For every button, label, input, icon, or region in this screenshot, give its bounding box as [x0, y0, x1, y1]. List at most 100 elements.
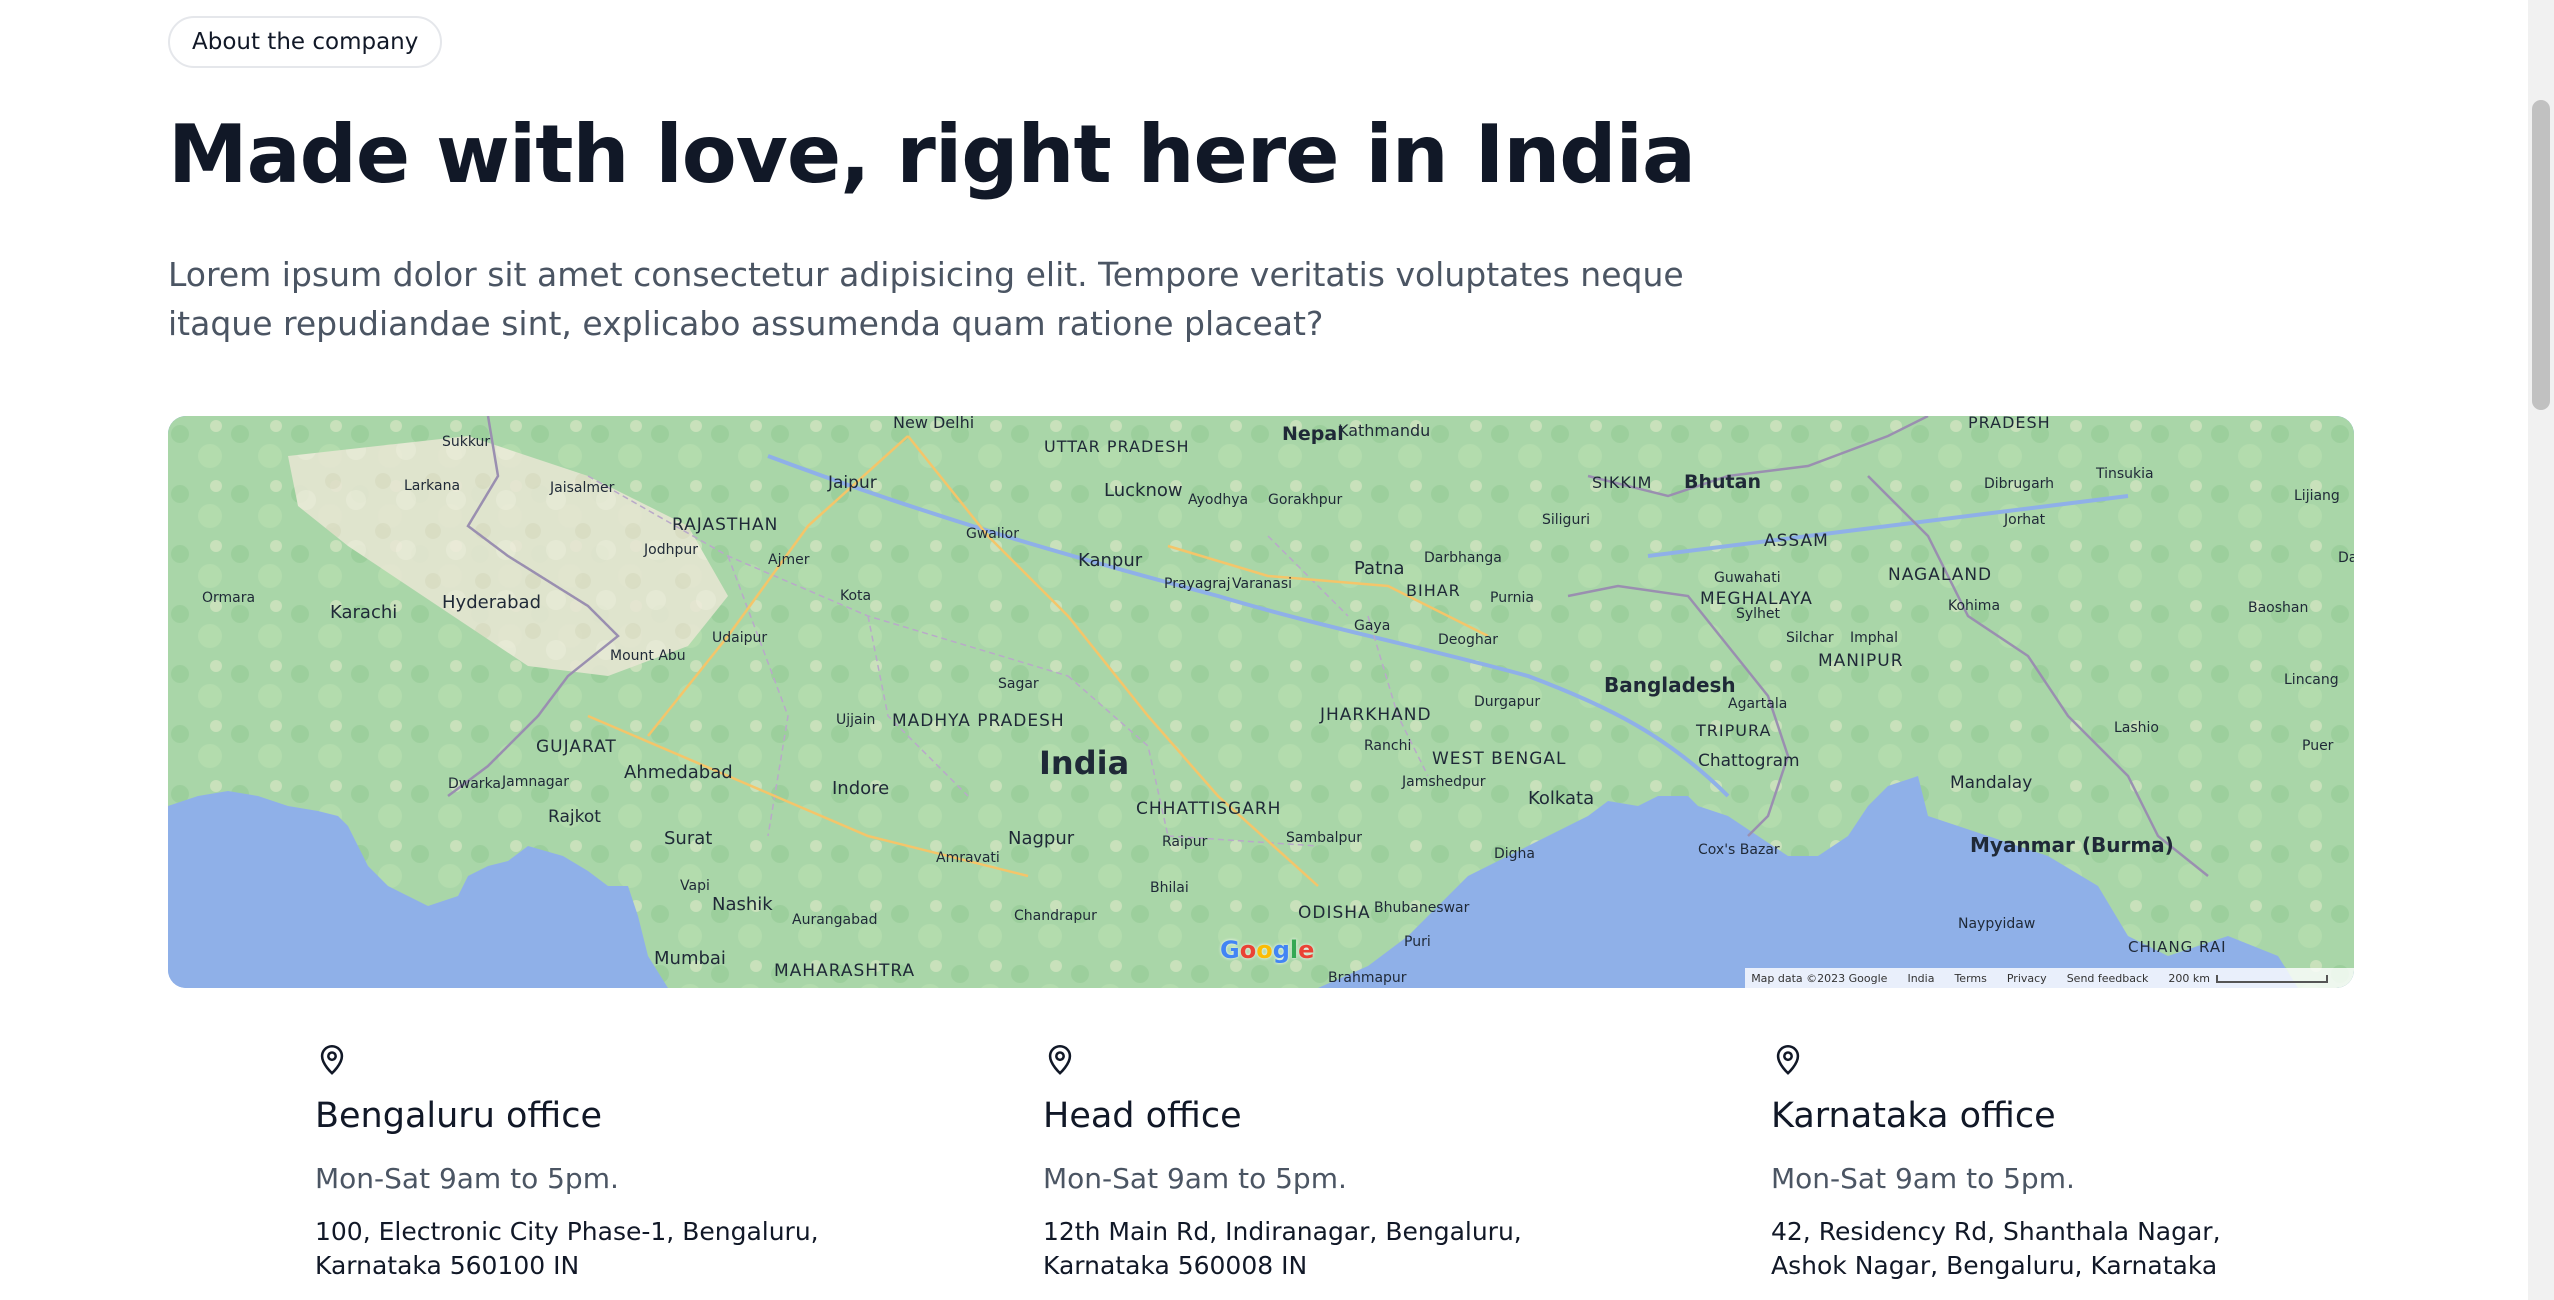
office-card-bengaluru: Bengaluru office Mon-Sat 9am to 5pm. 100…	[315, 1040, 875, 1283]
map-label-sambalpur: Sambalpur	[1286, 830, 1362, 846]
map-label-mumbai: Mumbai	[654, 948, 726, 969]
map-label-tripura: TRIPURA	[1695, 721, 1771, 740]
map-label-odisha: ODISHA	[1298, 903, 1371, 923]
map-label-mount-abu: Mount Abu	[610, 648, 686, 664]
map-pin-icon	[1776, 1044, 1800, 1075]
map-scale[interactable]: 200 km	[2168, 972, 2328, 985]
map-label-lincang: Lincang	[2284, 672, 2339, 688]
map-label-patna: Patna	[1354, 558, 1405, 579]
map-label-myanmar: Myanmar (Burma)	[1970, 833, 2174, 857]
map-scale-label: 200 km	[2168, 971, 2210, 985]
map-label-raipur: Raipur	[1162, 834, 1208, 850]
map-label-kohima: Kohima	[1948, 598, 2000, 614]
map-label-kathmandu: Kathmandu	[1338, 421, 1430, 440]
office-address-line-1: 42, Residency Rd, Shanthala Nagar,	[1771, 1217, 2221, 1246]
map-terms-link[interactable]: Terms	[1954, 972, 1986, 985]
map-label-bhilai: Bhilai	[1150, 880, 1189, 896]
google-logo-letter-1: G	[1220, 936, 1240, 964]
office-address-line-2: Ashok Nagar, Bengaluru, Karnataka	[1771, 1251, 2218, 1280]
office-address-line-1: 12th Main Rd, Indiranagar, Bengaluru,	[1043, 1217, 1522, 1246]
map-label-udaipur: Udaipur	[712, 630, 767, 646]
map-label-kota: Kota	[840, 588, 871, 604]
map-label-jaipur: Jaipur	[827, 473, 877, 493]
google-logo-letter-2: o	[1239, 936, 1257, 964]
map-label-nepal: Nepal	[1282, 423, 1344, 445]
map-region-link[interactable]: India	[1907, 972, 1934, 985]
about-company-badge[interactable]: About the company	[168, 16, 443, 68]
map-label-sagar: Sagar	[998, 676, 1039, 692]
map-pin-icon	[1048, 1044, 1072, 1075]
map-label-darbhanga: Darbhanga	[1424, 550, 1502, 566]
map-label-bhutan: Bhutan	[1684, 471, 1761, 493]
map-label-lashio: Lashio	[2114, 720, 2159, 736]
map-label-prayagraj: Prayagraj	[1164, 576, 1231, 592]
map-label-bangladesh: Bangladesh	[1604, 673, 1736, 697]
google-logo-letter-5: l	[1289, 936, 1299, 964]
google-logo[interactable]: Google	[1220, 936, 1314, 964]
map-label-ayodhya: Ayodhya	[1188, 492, 1248, 508]
map-label-west-bengal: WEST BENGAL	[1432, 749, 1567, 769]
map-label-chhattisgarh: CHHATTISGARH	[1136, 799, 1281, 819]
map-label-maharashtra: MAHARASHTRA	[774, 961, 915, 981]
map-label-sylhet: Sylhet	[1736, 606, 1781, 622]
office-hours: Mon-Sat 9am to 5pm.	[1771, 1162, 2075, 1195]
map-label-gwalior: Gwalior	[966, 526, 1019, 542]
map-privacy-link[interactable]: Privacy	[2007, 972, 2047, 985]
map-data-attribution: Map data ©2023 Google	[1751, 971, 1888, 985]
map-label-nagaland: NAGALAND	[1888, 565, 1992, 585]
map-label-ujjain: Ujjain	[836, 712, 875, 728]
map-label-purnia: Purnia	[1490, 590, 1534, 606]
page-lead-text: Lorem ipsum dolor sit amet consectetur a…	[168, 255, 1684, 343]
map-label-dali: Dali	[2338, 550, 2354, 566]
map-label-assam: ASSAM	[1764, 531, 1829, 551]
page-title: Made with love, right here in India	[168, 108, 1696, 201]
google-logo-letter-3: o	[1256, 936, 1273, 964]
map-label-ormara: Ormara	[202, 590, 255, 606]
map-label-new-delhi: New Delhi	[893, 416, 974, 432]
map-label-jaisalmer: Jaisalmer	[549, 480, 615, 496]
map-label-sukkur: Sukkur	[442, 434, 490, 450]
map-label-baoshan: Baoshan	[2248, 600, 2308, 616]
map-label-lucknow: Lucknow	[1104, 480, 1183, 501]
map-label-ahmedabad: Ahmedabad	[624, 762, 733, 783]
map-label-bhubaneswar: Bhubaneswar	[1374, 900, 1470, 916]
map-label-sikkim: SIKKIM	[1592, 473, 1652, 492]
map-send-feedback-link[interactable]: Send feedback	[2067, 972, 2149, 985]
map-label-agartala: Agartala	[1728, 696, 1787, 712]
map-label-chiang-rai: CHIANG RAI	[2128, 938, 2227, 956]
map-label-chattogram: Chattogram	[1698, 751, 1800, 771]
map-label-jamshedpur: Jamshedpur	[1401, 774, 1486, 790]
map-label-ranchi: Ranchi	[1364, 738, 1411, 754]
map-label-uttar-pradesh: UTTAR PRADESH	[1044, 437, 1190, 456]
map-label-indore: Indore	[832, 778, 889, 799]
map-label-gujarat: GUJARAT	[536, 737, 617, 757]
map-label-india: India	[1039, 744, 1129, 782]
map-label-karachi: Karachi	[330, 602, 397, 623]
office-address-line-2: Karnataka 560100 IN	[315, 1251, 580, 1280]
page: About the company Made with love, right …	[0, 0, 2528, 1300]
office-name: Bengaluru office	[315, 1096, 603, 1136]
map-label-mandalay: Mandalay	[1950, 773, 2032, 793]
map-label-dwarka: Dwarka	[448, 776, 501, 792]
vertical-scrollbar[interactable]	[2528, 0, 2554, 1300]
map-label-jharkhand: JHARKHAND	[1319, 705, 1432, 725]
scrollbar-thumb[interactable]	[2532, 100, 2550, 410]
map-pin-icon	[320, 1044, 344, 1075]
map-label-durgapur: Durgapur	[1474, 694, 1540, 710]
office-address: 42, Residency Rd, Shanthala Nagar, Ashok…	[1771, 1215, 2331, 1283]
map-label-gorakhpur: Gorakhpur	[1268, 492, 1342, 508]
map-label-naypyidaw: Naypyidaw	[1958, 916, 2035, 932]
map-label-guwahati: Guwahati	[1714, 570, 1781, 586]
about-company-label: About the company	[192, 29, 419, 55]
map-label-manipur: MANIPUR	[1818, 651, 1904, 671]
map-label-ajmer: Ajmer	[768, 552, 810, 568]
map-label-pradesh-ne: PRADESH	[1968, 416, 2051, 432]
office-name: Karnataka office	[1771, 1096, 2056, 1136]
office-address-line-2: Karnataka 560008 IN	[1043, 1251, 1308, 1280]
map-label-nagpur: Nagpur	[1008, 828, 1075, 849]
embedded-map[interactable]: India New Delhi Jaipur Lucknow Kanpur Pa…	[168, 416, 2354, 988]
office-card-head: Head office Mon-Sat 9am to 5pm. 12th Mai…	[1043, 1040, 1603, 1283]
map-label-coxs-bazar: Cox's Bazar	[1698, 842, 1780, 858]
google-logo-letter-4: g	[1272, 936, 1290, 964]
office-hours: Mon-Sat 9am to 5pm.	[315, 1162, 619, 1195]
